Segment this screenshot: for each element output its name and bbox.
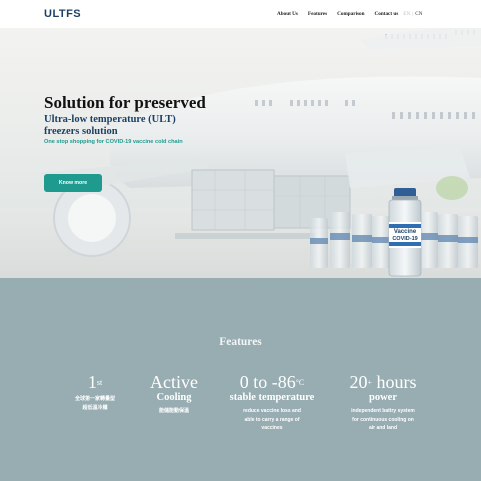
nav-contact-us[interactable]: Contact us [375, 11, 399, 17]
feature-temperature-unit: °C [295, 378, 305, 387]
feature-battery-number: 20 [349, 372, 368, 392]
feature-temperature-desc-line3: vaccines [261, 425, 283, 431]
features-title: Features [219, 336, 262, 348]
nav-comparison[interactable]: Comparison [337, 11, 364, 17]
feature-first-desc: 全球第一家轉量型 超低溫冷櫃 [62, 395, 128, 412]
feature-active-desc: 能儲能動保溫 [138, 407, 210, 416]
know-more-button[interactable]: Know more [44, 174, 102, 192]
nav-about-us[interactable]: About Us [277, 11, 298, 17]
feature-temperature: 0 to -86°C stable temperature reduce vac… [216, 372, 328, 433]
feature-battery-desc: independent battry system for continuous… [335, 407, 431, 433]
nav-features[interactable]: Features [308, 11, 327, 17]
feature-active-desc-line1: 能儲能動保溫 [158, 408, 189, 414]
feature-first: 1st 全球第一家轉量型 超低溫冷櫃 [62, 372, 128, 412]
hero-subtitle-line2: freezers solution [44, 126, 118, 137]
vial-label-bottom: COVID-19 [392, 236, 417, 242]
feature-active-value: Active [150, 372, 198, 392]
feature-temperature-value: 0 to -86°C [216, 372, 328, 392]
hero-banner: Vaccine COVID-19 Solution for preserved … [0, 28, 481, 278]
hero-tagline: One stop shopping for COVID-19 vaccine c… [44, 139, 183, 145]
vaccine-vial-image: Vaccine COVID-19 [388, 188, 422, 277]
hero-background-illustration: Vaccine COVID-19 [0, 28, 481, 278]
feature-battery-desc-line1: independent battry system [351, 408, 415, 414]
feature-battery-subtitle: power [369, 392, 397, 403]
lang-en-link[interactable]: EN [403, 11, 410, 17]
feature-battery-plus: + [367, 378, 372, 387]
feature-temperature-number: 0 to -86 [239, 372, 296, 392]
features-section: Features 1st 全球第一家轉量型 超低溫冷櫃 Active Cooli… [0, 278, 481, 481]
feature-battery-value: 20+ hours [335, 372, 431, 392]
feature-battery-desc-line3: air and land [368, 425, 398, 431]
main-nav: About Us Features Comparison Contact us … [277, 11, 422, 17]
feature-battery-unit: hours [372, 372, 417, 392]
feature-first-number: 1 [87, 372, 97, 392]
feature-temperature-desc: reduce vaccine loss and able to carry a … [216, 407, 328, 433]
hero-title: Solution for preserved [44, 93, 206, 112]
feature-battery: 20+ hours power independent battry syste… [335, 372, 431, 433]
feature-first-desc-line2: 超低溫冷櫃 [82, 404, 108, 411]
feature-temperature-desc-line1: reduce vaccine loss and [243, 408, 301, 414]
vial-label-top: Vaccine [394, 229, 417, 235]
feature-active-subtitle: Cooling [156, 392, 192, 403]
feature-first-value: 1st [62, 372, 128, 392]
feature-battery-desc-line2: for continuous cooling on [352, 416, 414, 423]
logo[interactable]: ULTFS [44, 8, 81, 20]
feature-active-cooling: Active Cooling 能儲能動保溫 [138, 372, 210, 416]
feature-first-suffix: st [96, 378, 103, 387]
hero-subtitle-line1: Ultra-low temperature (ULT) [44, 114, 176, 125]
feature-first-desc-line1: 全球第一家轉量型 [74, 396, 115, 402]
site-header: ULTFS About Us Features Comparison Conta… [0, 0, 481, 28]
feature-temperature-desc-line2: able to carry a range of [244, 416, 300, 423]
feature-temperature-subtitle: stable temperature [229, 392, 315, 403]
lang-cn-link[interactable]: CN [415, 11, 422, 17]
lang-separator: | [412, 11, 414, 17]
